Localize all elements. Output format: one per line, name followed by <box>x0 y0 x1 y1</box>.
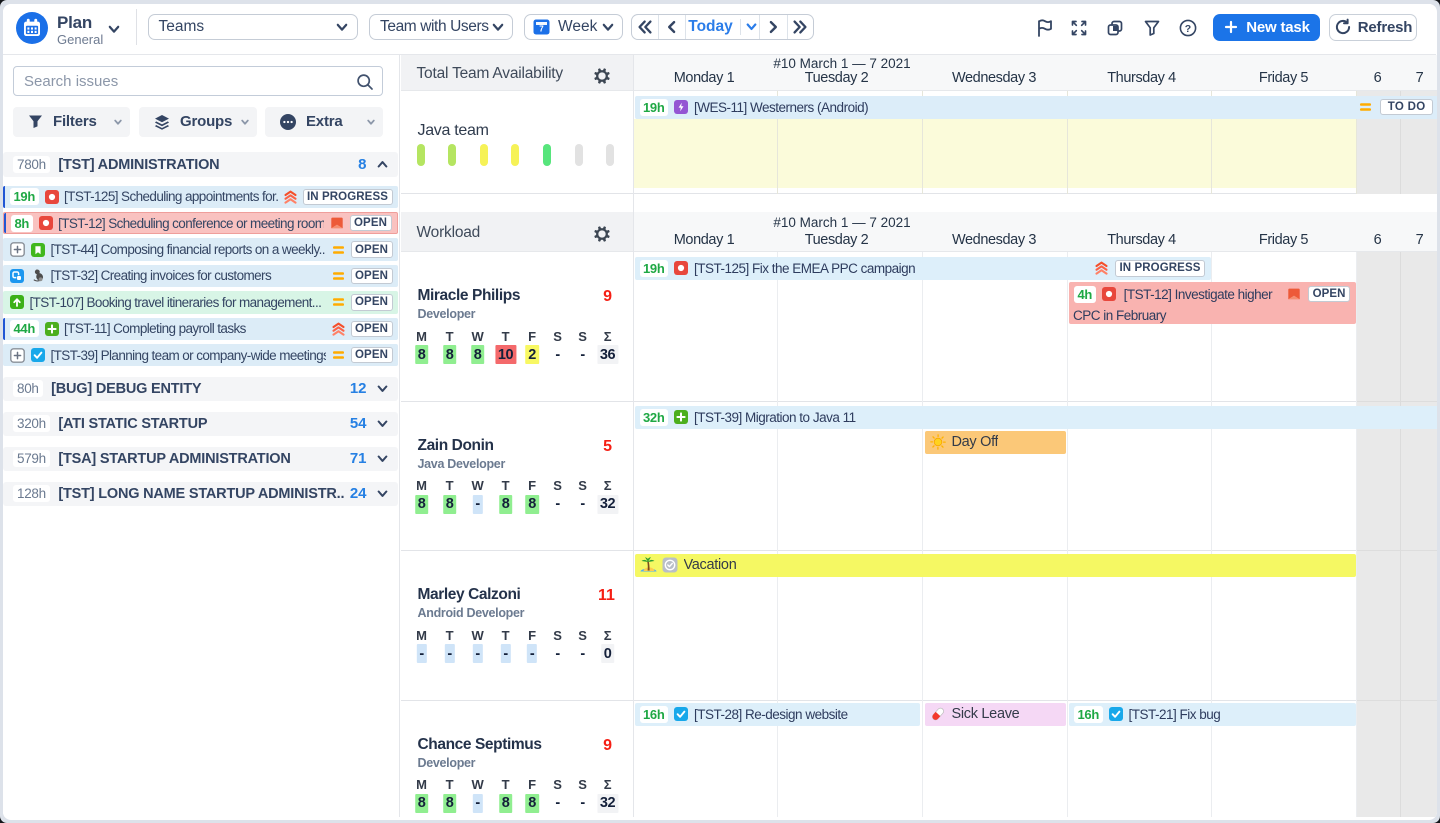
svg-text:7: 7 <box>539 25 544 34</box>
svg-text:?: ? <box>1185 23 1191 35</box>
